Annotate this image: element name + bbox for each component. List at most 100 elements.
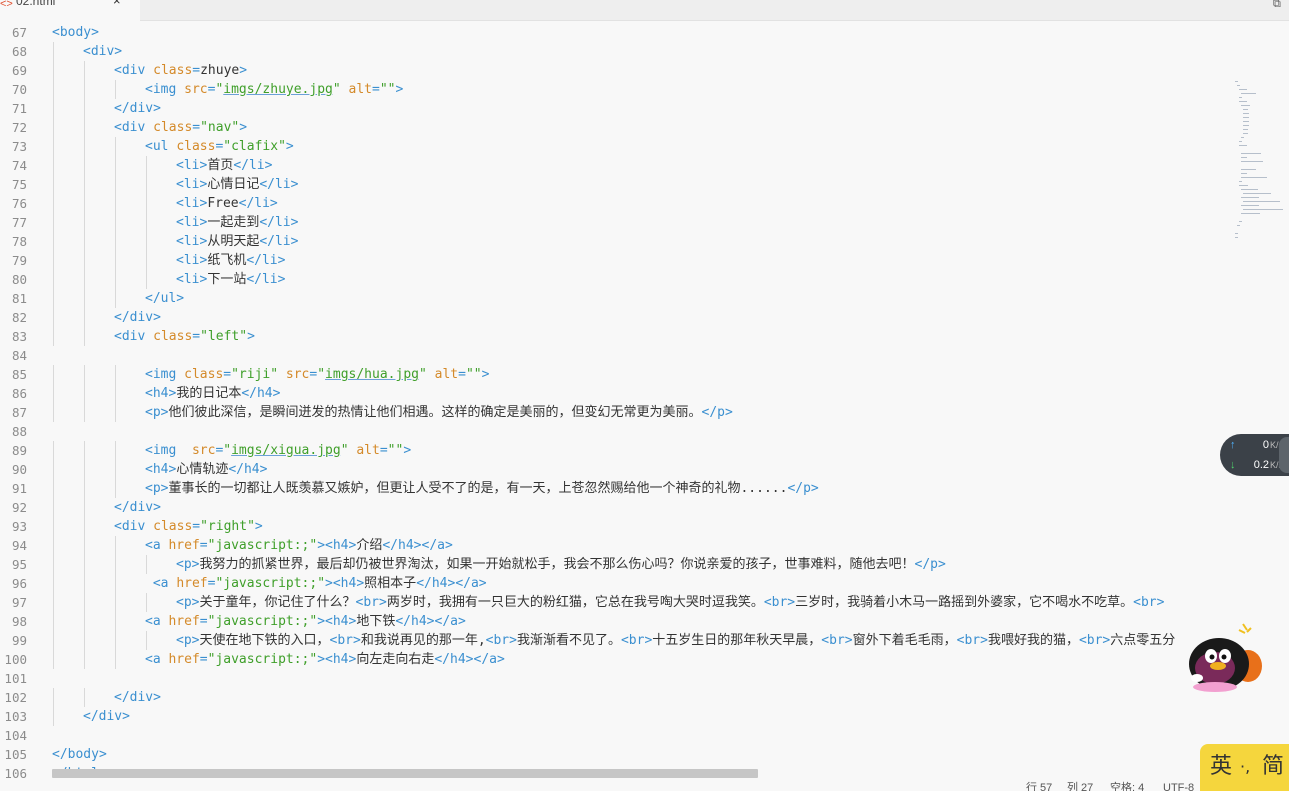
input-method-bar[interactable]: 英 ·, 简 [1200,744,1289,791]
code-token: <br> [355,595,387,610]
code-line[interactable]: 92 </div> [0,498,1229,517]
code-line[interactable]: 99 <p>天使在地下铁的入口，<br>和我说再见的那一年,<br>我渐渐看不见了… [0,631,1229,650]
code-token: </h4></a> [395,614,466,629]
code-line[interactable]: 71 </div> [0,99,1229,118]
code-token: 十五岁生日的那年秋天早晨， [652,633,822,648]
code-line[interactable]: 86 <h4>我的日记本</h4> [0,384,1229,403]
code-token: "" [379,82,396,97]
indent-guide [53,631,54,650]
code-token: = [192,63,201,78]
code-token: = [379,443,388,458]
line-number: 102 [4,690,27,705]
code-token: <div [114,519,154,534]
ime-script-mode[interactable]: 简 [1262,754,1284,780]
indent-guide [84,384,85,403]
code-line[interactable]: 104 [0,726,1229,745]
code-line[interactable]: 95 <p>我努力的抓紧世界，最后却仍被世界淘汰，如果一开始就松手，我会不那么伤心… [0,555,1229,574]
code-line[interactable]: 91 <p>董事长的一切都让人既羡慕又嫉妒，但更让人受不了的是，有一天，上苍忽然赐… [0,479,1229,498]
penguin-mascot-icon[interactable] [1185,620,1265,700]
indent-guide [84,403,85,422]
code-line[interactable]: 98 <a href="javascript:;"><h4>地下铁</h4></a… [0,612,1229,631]
code-line[interactable]: 76 <li>Free</li> [0,194,1229,213]
code-line[interactable]: 96 <a href="javascript:;"><h4>照相本子</h4><… [0,574,1229,593]
code-line[interactable]: 89 <img src="imgs/xigua.jpg" alt=""> [0,441,1229,460]
code-token: " [340,443,349,458]
code-token: href [168,652,200,667]
indent-guide [84,441,85,460]
minimap-line [1241,153,1261,154]
code-token: </div> [114,310,161,325]
code-token: 三岁时，我骑着小木马一路摇到外婆家，它不喝水不吃草。 [795,595,1134,610]
code-line[interactable]: 105 </body> [0,745,1229,764]
code-line[interactable]: 75 <li>心情日记</li> [0,175,1229,194]
code-token: 心情日记 [207,177,260,192]
code-line[interactable]: 69 <div class=zhuye> [0,61,1229,80]
line-code: <ul class="clafix"> [145,137,294,156]
minimap-line [1241,161,1263,162]
code-line[interactable]: 85 <img class="riji" src="imgs/hua.jpg" a… [0,365,1229,384]
code-line[interactable]: 97 <p>关于童年，你记住了什么？<br>两岁时，我拥有一只巨大的粉红猫，它总在… [0,593,1229,612]
indent-guide [84,137,85,156]
code-token: 他们彼此深信，是瞬间迸发的热情让他们相遇。这样的确定是美丽的，但变幻无常更为美丽… [168,405,702,420]
code-token: href [176,576,208,591]
code-line[interactable]: 74 <li>首页</li> [0,156,1229,175]
indent-guide [53,479,54,498]
code-token: zhuye [200,63,240,78]
split-editor-icon[interactable]: ⧉ [1273,0,1289,10]
line-number: 89 [11,443,27,458]
code-token: " [418,367,427,382]
code-line[interactable]: 103 </div> [0,707,1229,726]
editor-tab[interactable]: <> 02.html × [0,0,140,21]
code-line[interactable]: 100 <a href="javascript:;"><h4>向左走向右走</h4… [0,650,1229,669]
code-line[interactable]: 87 <p>他们彼此深信，是瞬间迸发的热情让他们相遇。这样的确定是美丽的，但变幻无… [0,403,1229,422]
ime-punctuation[interactable]: ·, [1240,758,1250,776]
minimap[interactable] [1229,21,1289,251]
line-code: <h4>我的日记本</h4> [145,384,280,403]
code-line[interactable]: 82 </div> [0,308,1229,327]
status-indent[interactable]: 空格: 4 [1110,782,1144,791]
code-line[interactable]: 81 </ul> [0,289,1229,308]
code-line[interactable]: 70 <img src="imgs/zhuye.jpg" alt=""> [0,80,1229,99]
code-line[interactable]: 67 <body> [0,23,1229,42]
code-line[interactable]: 94 <a href="javascript:;"><h4>介绍</h4></a> [0,536,1229,555]
code-line[interactable]: 68 <div> [0,42,1229,61]
code-token: "right" [200,519,255,534]
code-line[interactable]: 72 <div class="nav"> [0,118,1229,137]
code-editor[interactable]: 67 <body> 68 <div> 69 <div class=zhuye> 70 <img… [0,21,1229,791]
line-code: <a href="javascript:;"><h4>向左走向右走</h4></… [145,650,505,669]
code-line[interactable]: 77 <li>一起走到</li> [0,213,1229,232]
line-code: <img src="imgs/zhuye.jpg" alt=""> [145,80,403,99]
close-icon[interactable]: × [113,0,121,9]
code-line[interactable]: 93 <div class="right"> [0,517,1229,536]
code-line[interactable]: 90 <h4>心情轨迹</h4> [0,460,1229,479]
network-speed-widget[interactable]: ↑ 0 K/s ↓ 0.2 K/s [1220,434,1289,476]
code-token: > [239,120,248,135]
code-token: class [153,519,193,534]
code-line[interactable]: 88 [0,422,1229,441]
indent-guide [115,441,116,460]
indent-guide [53,327,54,346]
code-line[interactable]: 102 </div> [0,688,1229,707]
code-line[interactable]: 78 <li>从明天起</li> [0,232,1229,251]
code-token: href [168,538,200,553]
ime-language[interactable]: 英 [1210,754,1232,780]
status-line[interactable]: 行 57 [1026,782,1052,791]
code-line[interactable]: 73 <ul class="clafix"> [0,137,1229,156]
code-token: <br> [821,633,853,648]
code-line[interactable]: 83 <div class="left"> [0,327,1229,346]
status-encoding[interactable]: UTF-8 [1163,782,1194,791]
line-code: <a href="javascript:;"><h4>照相本子</h4></a> [145,574,487,593]
code-token: <div> [83,44,123,59]
horizontal-scrollbar[interactable] [52,769,758,778]
widget-handle[interactable] [1279,437,1289,473]
indent-guide [53,118,54,137]
status-column[interactable]: 列 27 [1067,782,1093,791]
indent-guide [53,536,54,555]
code-token: 窗外下着毛毛雨， [852,633,957,648]
code-line[interactable]: 101 [0,669,1229,688]
indent-guide [146,555,147,574]
code-line[interactable]: 84 [0,346,1229,365]
code-line[interactable]: 80 <li>下一站</li> [0,270,1229,289]
code-line[interactable]: 79 <li>纸飞机</li> [0,251,1229,270]
code-token: </li> [259,177,299,192]
